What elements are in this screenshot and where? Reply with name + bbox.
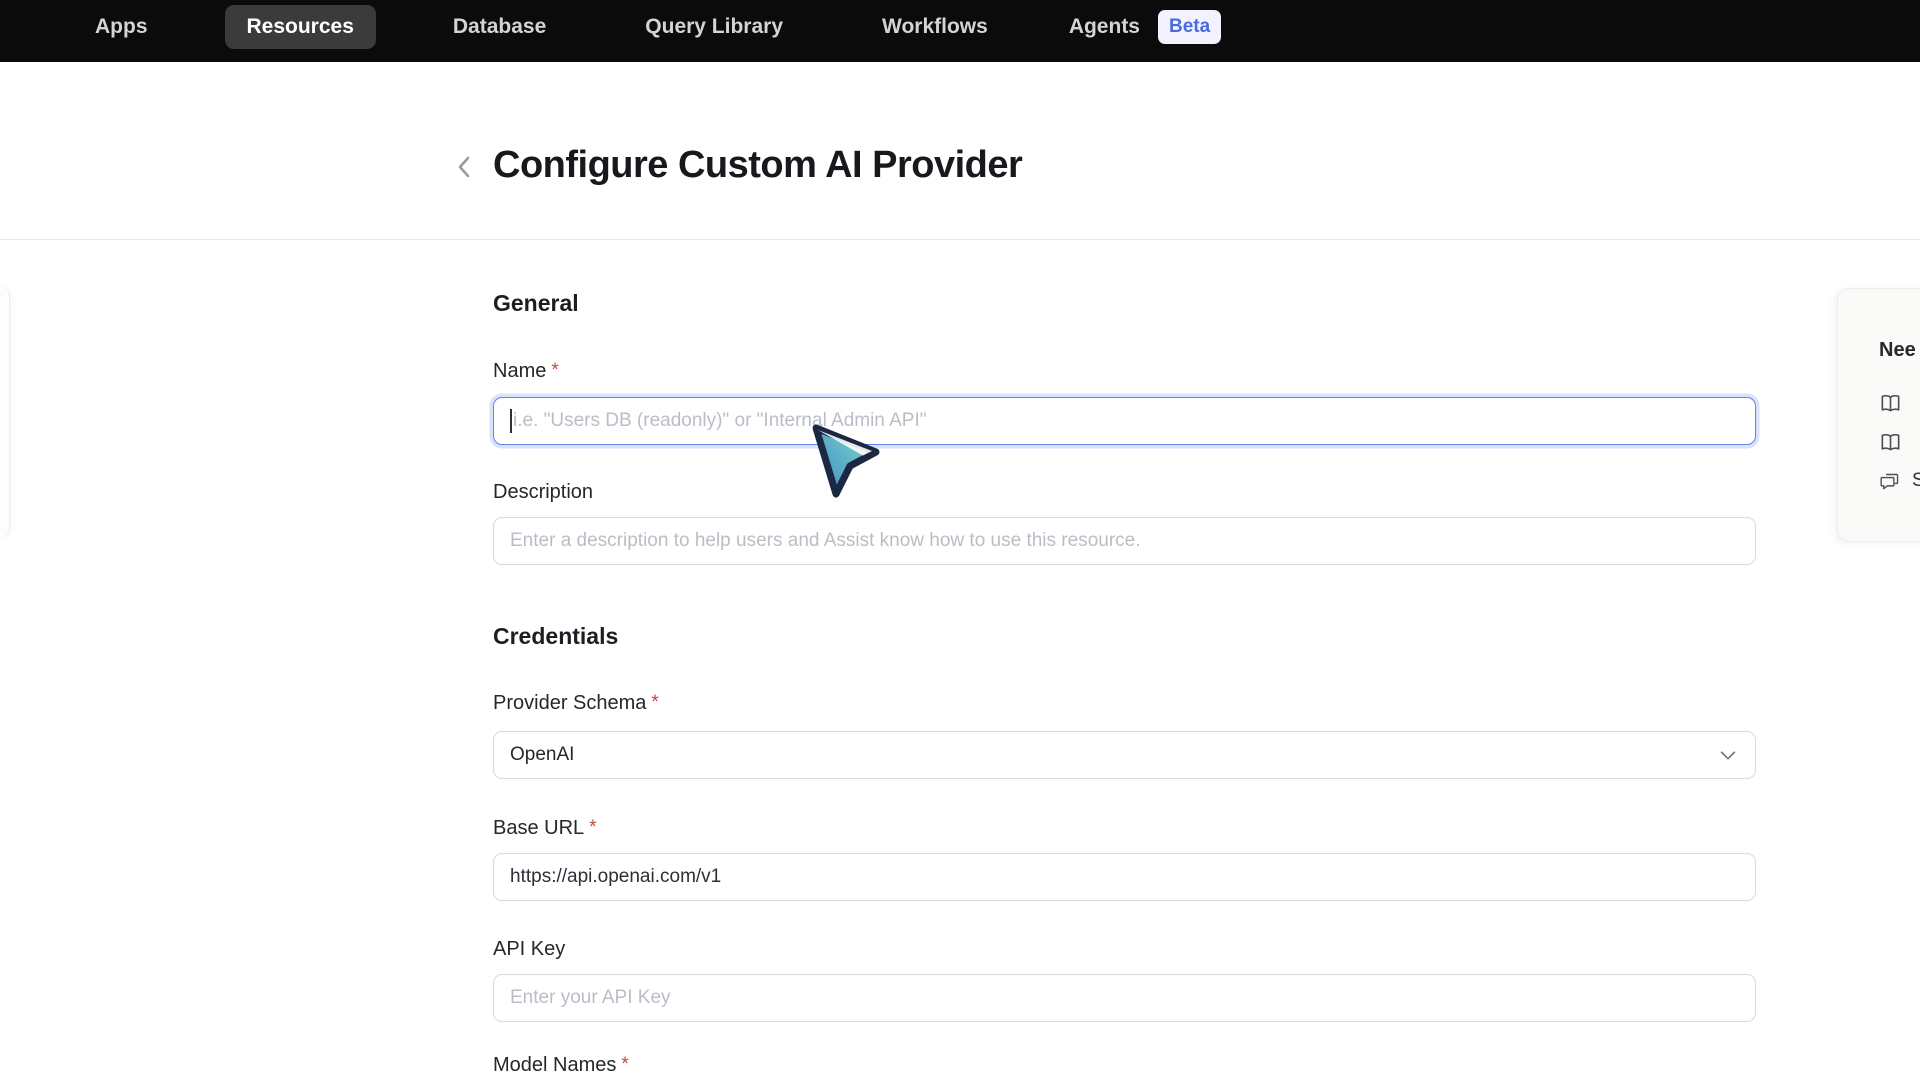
tab-database[interactable]: Database	[431, 5, 568, 49]
beta-badge: Beta	[1158, 10, 1221, 44]
tab-apps[interactable]: Apps	[73, 5, 170, 49]
api-key-label: API Key	[493, 938, 1756, 963]
description-input[interactable]	[493, 517, 1756, 565]
help-link-docs-2[interactable]	[1879, 427, 1920, 457]
name-label-text: Name	[493, 360, 546, 383]
chevron-left-icon	[453, 153, 477, 181]
base-url-input[interactable]	[493, 853, 1756, 901]
tab-agents[interactable]: Agents	[1065, 5, 1144, 49]
config-form: General Name * i.e. "Users DB (readonly)…	[493, 240, 1756, 1079]
section-heading-general: General	[493, 290, 1756, 318]
left-panel-edge	[0, 286, 10, 538]
tab-query-library[interactable]: Query Library	[623, 5, 805, 49]
required-asterisk: *	[651, 692, 658, 714]
name-label: Name *	[493, 360, 1756, 385]
back-button[interactable]	[448, 148, 482, 186]
base-url-label-text: Base URL	[493, 817, 584, 840]
help-link-docs-1[interactable]	[1879, 388, 1920, 418]
help-link-support[interactable]: S	[1879, 466, 1920, 496]
help-panel: Nee S	[1837, 288, 1920, 542]
book-icon	[1879, 392, 1902, 415]
tab-workflows[interactable]: Workflows	[860, 5, 1010, 49]
description-label: Description	[493, 481, 1756, 506]
tab-agents-group[interactable]: Agents Beta	[1065, 5, 1221, 49]
book-icon	[1879, 431, 1902, 454]
tab-resources[interactable]: Resources	[225, 5, 376, 49]
provider-schema-label: Provider Schema *	[493, 692, 1756, 717]
provider-schema-label-text: Provider Schema	[493, 692, 646, 715]
chat-icon	[1879, 471, 1900, 492]
model-names-label: Model Names *	[493, 1054, 1756, 1079]
chevron-down-icon	[1717, 744, 1739, 766]
help-link-label: S	[1912, 470, 1920, 492]
required-asterisk: *	[589, 817, 596, 839]
provider-schema-value: OpenAI	[510, 744, 574, 766]
page-title: Configure Custom AI Provider	[493, 144, 1022, 187]
text-caret	[510, 409, 512, 433]
model-names-label-text: Model Names	[493, 1054, 616, 1077]
required-asterisk: *	[551, 360, 558, 382]
description-label-text: Description	[493, 481, 593, 504]
top-nav: Apps Resources Database Query Library Wo…	[0, 0, 1920, 62]
api-key-input[interactable]	[493, 974, 1756, 1022]
base-url-label: Base URL *	[493, 817, 1756, 842]
api-key-label-text: API Key	[493, 938, 565, 961]
provider-schema-select[interactable]: OpenAI	[493, 731, 1756, 779]
name-placeholder: i.e. "Users DB (readonly)" or "Internal …	[513, 410, 926, 432]
required-asterisk: *	[621, 1054, 628, 1076]
section-heading-credentials: Credentials	[493, 623, 1756, 651]
help-panel-heading: Nee	[1879, 339, 1920, 362]
name-input[interactable]: i.e. "Users DB (readonly)" or "Internal …	[493, 397, 1756, 445]
